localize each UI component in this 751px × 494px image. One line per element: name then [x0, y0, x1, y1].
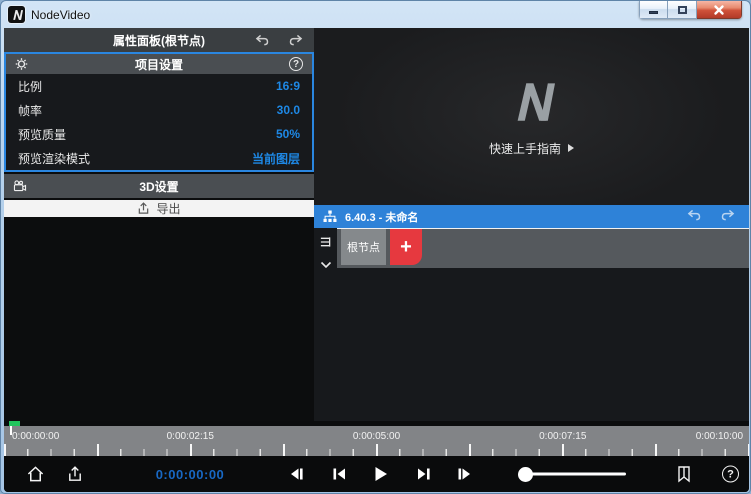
undo-icon [686, 209, 701, 221]
properties-panel-empty-area [4, 217, 314, 421]
prop-value[interactable]: 16:9 [276, 79, 300, 93]
preview-viewport: 快速上手指南 [314, 28, 749, 205]
prop-row-render-mode[interactable]: 预览渲染模式 当前图层 [6, 146, 312, 170]
quick-start-guide-label: 快速上手指南 [489, 140, 561, 157]
camera-icon [13, 180, 27, 192]
project-settings-header[interactable]: 项目设置 ? [6, 54, 312, 74]
prop-label: 预览质量 [18, 126, 66, 143]
nodevideo-logo-icon [509, 77, 555, 127]
next-frame-icon [456, 466, 473, 482]
maximize-icon [678, 6, 687, 14]
prop-row-ratio[interactable]: 比例 16:9 [6, 74, 312, 98]
upload-icon [66, 465, 84, 483]
undo-button[interactable] [254, 34, 269, 46]
right-panel: 快速上手指南 6.40.3 - 未命名 [314, 28, 749, 421]
redo-icon [721, 209, 736, 221]
properties-panel: 属性面板(根节点) [4, 28, 314, 421]
app-window: NodeVideo 属性面板(根节点) [0, 0, 751, 494]
export-icon [137, 202, 150, 215]
next-frame-button[interactable] [456, 466, 473, 482]
titlebar: NodeVideo [1, 1, 750, 28]
prop-value[interactable]: 50% [276, 127, 300, 141]
help-icon: ? [722, 466, 739, 483]
skip-to-start-icon [331, 466, 348, 482]
close-button[interactable] [697, 1, 742, 19]
play-button[interactable] [372, 465, 389, 483]
project-version-title: 6.40.3 - 未命名 [345, 209, 418, 225]
prop-value[interactable]: 当前图层 [252, 150, 300, 167]
layer-list-button[interactable] [319, 235, 332, 253]
prop-row-preview-quality[interactable]: 预览质量 50% [6, 122, 312, 146]
minimize-button[interactable] [639, 1, 668, 19]
skip-to-end-button[interactable] [415, 466, 432, 482]
app-content: 属性面板(根节点) [4, 28, 749, 492]
properties-panel-header: 属性面板(根节点) [4, 28, 314, 52]
ruler-label: 0:00:07:15 [539, 431, 586, 442]
timeline-redo-button[interactable] [721, 208, 736, 226]
export-button[interactable]: 导出 [4, 200, 314, 217]
ruler-label: 0:00:10:00 [696, 431, 743, 442]
play-icon [372, 465, 389, 483]
playback-speed-slider[interactable] [524, 473, 626, 476]
play-arrow-icon [568, 144, 574, 152]
node-tree-icon [323, 210, 337, 223]
prop-value[interactable]: 30.0 [277, 103, 300, 117]
properties-panel-title: 属性面板(根节点) [113, 32, 205, 49]
three-d-settings-title: 3D设置 [139, 178, 178, 195]
prop-label: 预览渲染模式 [18, 150, 90, 167]
ruler-label: 0:00:05:00 [353, 431, 400, 442]
project-settings-help-button[interactable]: ? [289, 57, 303, 71]
project-settings-section: 项目设置 ? 比例 16:9 帧率 30.0 预览质量 [4, 52, 314, 172]
close-icon [713, 4, 725, 16]
gear-icon [15, 58, 28, 71]
redo-button[interactable] [289, 34, 304, 46]
ruler-label: 0:00:02:15 [167, 431, 214, 442]
maximize-button[interactable] [668, 1, 697, 19]
skip-to-end-icon [415, 466, 432, 482]
share-export-button[interactable] [66, 465, 84, 483]
add-node-button[interactable]: + [390, 229, 422, 265]
prop-label: 帧率 [18, 102, 42, 119]
prop-label: 比例 [18, 78, 42, 95]
previous-frame-button[interactable] [288, 466, 305, 482]
quick-start-guide-link[interactable]: 快速上手指南 [489, 140, 574, 157]
node-graph-area[interactable] [314, 268, 749, 421]
node-tabs: 根节点 + [337, 228, 749, 268]
three-d-settings-header[interactable]: 3D设置 [4, 174, 314, 198]
help-icon: ? [289, 57, 303, 71]
ruler-label: 0:00:00:00 [12, 431, 59, 442]
prop-row-framerate[interactable]: 帧率 30.0 [6, 98, 312, 122]
bookmark-button[interactable] [676, 465, 692, 483]
timeline-undo-button[interactable] [686, 208, 701, 226]
bookmark-icon [676, 465, 692, 483]
home-button[interactable] [26, 465, 45, 483]
slider-knob[interactable] [518, 467, 533, 482]
redo-icon [289, 34, 304, 46]
transport-toolbar: 0:00:00:00 [4, 456, 749, 492]
undo-icon [254, 34, 269, 46]
ruler-major-ticks [4, 444, 749, 456]
tab-root-node[interactable]: 根节点 [341, 229, 386, 265]
timeline-ruler: 0:00:00:00 0:00:02:15 0:00:05:00 0:00:07… [4, 421, 749, 456]
home-icon [26, 465, 45, 483]
previous-frame-icon [288, 466, 305, 482]
current-time-display[interactable]: 0:00:00:00 [142, 456, 238, 492]
timeline-header: 6.40.3 - 未命名 [314, 205, 749, 228]
skip-to-start-button[interactable] [331, 466, 348, 482]
project-settings-title: 项目设置 [135, 56, 183, 73]
help-button[interactable]: ? [722, 466, 739, 483]
node-tab-strip: 根节点 + [314, 228, 749, 268]
window-title: NodeVideo [31, 8, 90, 22]
ruler-scale[interactable]: 0:00:00:00 0:00:02:15 0:00:05:00 0:00:07… [4, 426, 749, 456]
app-logo-icon [8, 6, 25, 23]
export-label: 导出 [156, 200, 180, 217]
minimize-icon [649, 11, 658, 14]
layer-list-controls [314, 228, 337, 268]
